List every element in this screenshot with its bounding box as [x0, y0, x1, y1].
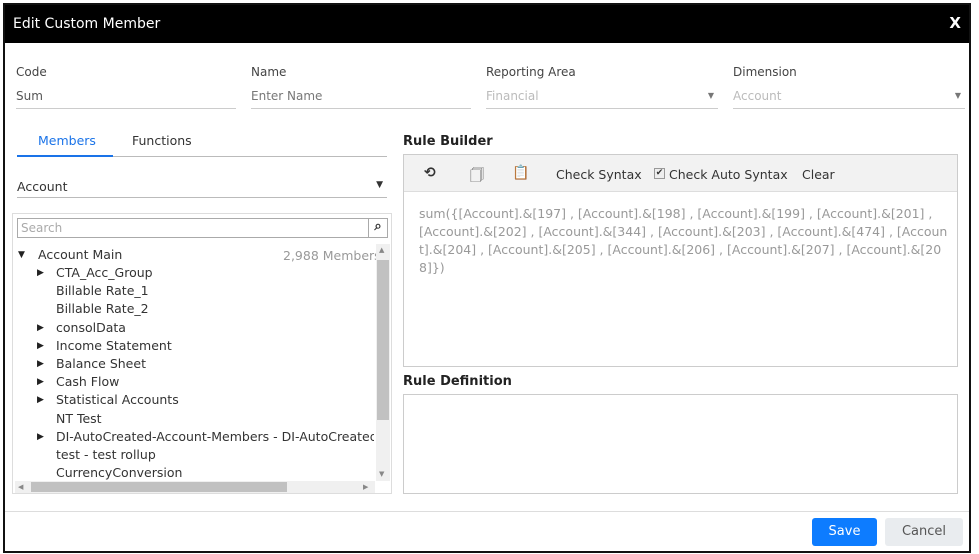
scroll-thumb[interactable] [31, 482, 287, 492]
tree-item[interactable]: Income Statement [56, 338, 172, 353]
scroll-down-icon[interactable]: ▼ [379, 470, 384, 478]
clear-button[interactable]: Clear [802, 167, 835, 182]
code-field: Code Sum [16, 65, 236, 109]
member-tree: Search ⌕ ▼ Account Main 2,988 Members ▶ C… [12, 213, 392, 494]
rule-builder: ⟲ 🗍 📋 Check Syntax ✔ Check Auto Syntax C… [403, 154, 958, 367]
caret-right-icon[interactable]: ▶ [37, 359, 44, 369]
scroll-up-icon[interactable]: ▲ [379, 246, 384, 254]
reporting-area-value: Financial [486, 89, 539, 103]
tree-item[interactable]: NT Test [56, 411, 102, 426]
search-icon[interactable]: ⌕ [368, 218, 388, 238]
paste-icon[interactable]: 📋 [512, 165, 529, 181]
dimension-label: Dimension [733, 65, 797, 79]
refresh-icon[interactable]: ⟲ [424, 165, 436, 181]
edit-custom-member-dialog: Edit Custom Member X Code Sum Name Enter… [3, 3, 971, 553]
tab-functions[interactable]: Functions [132, 133, 192, 148]
name-input[interactable]: Enter Name [251, 87, 471, 109]
footer-divider [5, 511, 969, 512]
title-bar: Edit Custom Member X [5, 5, 969, 43]
caret-right-icon[interactable]: ▶ [37, 323, 44, 333]
tree-item[interactable]: Balance Sheet [56, 356, 146, 371]
code-input[interactable]: Sum [16, 87, 236, 109]
code-label: Code [16, 65, 47, 79]
rule-expression[interactable]: sum({[Account].&[197] , [Account].&[198]… [419, 205, 949, 277]
scroll-left-icon[interactable]: ◀ [18, 483, 23, 491]
dimension-dropdown[interactable]: Account ▼ [17, 177, 387, 198]
caret-right-icon[interactable]: ▶ [37, 432, 44, 442]
tree-item[interactable]: Billable Rate_2 [56, 301, 149, 316]
chevron-down-icon: ▼ [707, 91, 714, 100]
tree-item[interactable]: Billable Rate_1 [56, 283, 149, 298]
dimension-select[interactable]: Account ▼ [733, 87, 965, 109]
caret-down-icon[interactable]: ▼ [18, 250, 25, 260]
dimension-value: Account [733, 89, 782, 103]
tree-item[interactable]: DI-AutoCreated-Account-Members - DI-Auto… [56, 429, 374, 444]
search-input[interactable]: Search [17, 218, 369, 238]
dimension-field: Dimension Account ▼ [733, 65, 965, 109]
tree-item[interactable]: CTA_Acc_Group [56, 265, 153, 280]
check-syntax-button[interactable]: Check Syntax [556, 167, 642, 182]
chevron-down-icon: ▼ [954, 91, 961, 100]
rule-builder-title: Rule Builder [403, 134, 493, 149]
tree-item[interactable]: Cash Flow [56, 374, 119, 389]
scroll-right-icon[interactable]: ▶ [363, 483, 368, 491]
auto-syntax-checkbox[interactable]: ✔ [654, 168, 665, 179]
tab-members[interactable]: Members [38, 133, 96, 148]
left-tabs: Members Functions [17, 129, 387, 157]
reporting-area-select[interactable]: Financial ▼ [486, 87, 718, 109]
name-label: Name [251, 65, 287, 79]
tree-item[interactable]: test - test rollup [56, 447, 156, 462]
vertical-scrollbar[interactable]: ▲ ▼ [376, 244, 390, 481]
rule-toolbar: ⟲ 🗍 📋 Check Syntax ✔ Check Auto Syntax C… [404, 155, 957, 192]
copy-icon[interactable]: 🗍 [470, 165, 484, 189]
scroll-thumb[interactable] [377, 260, 389, 420]
member-count: 2,988 Members [283, 248, 381, 263]
cancel-button[interactable]: Cancel [885, 518, 963, 546]
active-tab-indicator [17, 155, 113, 157]
chevron-down-icon: ▼ [376, 180, 383, 190]
tree-item[interactable]: CurrencyConversion [56, 465, 182, 480]
tree-root[interactable]: Account Main [38, 247, 122, 262]
caret-right-icon[interactable]: ▶ [37, 341, 44, 351]
reporting-area-label: Reporting Area [486, 65, 576, 79]
tree-item[interactable]: Statistical Accounts [56, 392, 179, 407]
dimension-dropdown-value: Account [17, 179, 68, 194]
rule-definition-title: Rule Definition [403, 374, 512, 389]
check-auto-syntax-label[interactable]: Check Auto Syntax [669, 167, 788, 182]
save-button[interactable]: Save [812, 518, 877, 546]
rule-definition-textarea[interactable] [403, 394, 958, 494]
name-field: Name Enter Name [251, 65, 471, 109]
caret-right-icon[interactable]: ▶ [37, 268, 44, 278]
dialog-title: Edit Custom Member [13, 16, 161, 32]
horizontal-scrollbar[interactable]: ◀ ▶ [15, 481, 375, 493]
caret-right-icon[interactable]: ▶ [37, 395, 44, 405]
tree-item[interactable]: consolData [56, 320, 126, 335]
reporting-area-field: Reporting Area Financial ▼ [486, 65, 718, 109]
caret-right-icon[interactable]: ▶ [37, 377, 44, 387]
close-icon[interactable]: X [949, 14, 961, 32]
